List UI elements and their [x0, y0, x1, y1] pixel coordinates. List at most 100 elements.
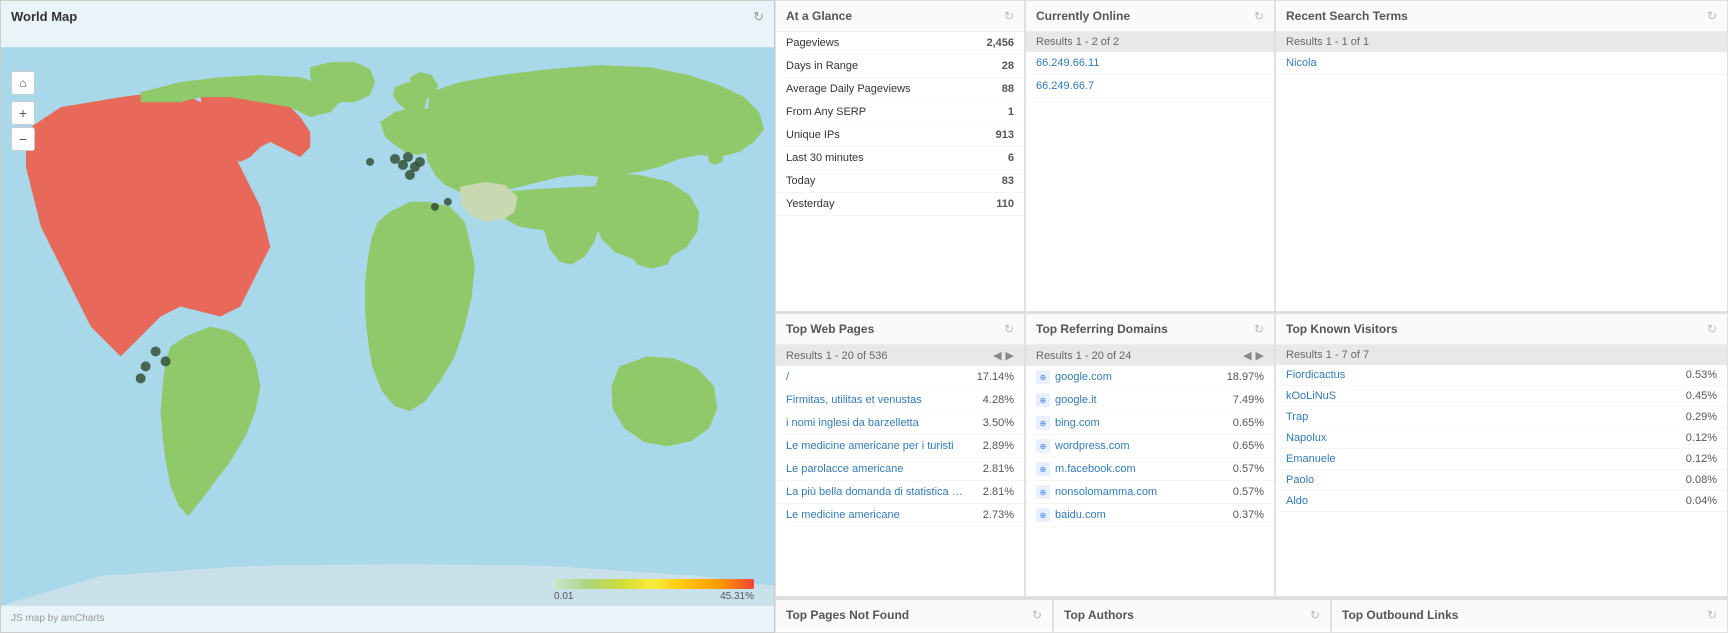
visitor-link[interactable]: Trap: [1286, 411, 1308, 423]
visitor-link[interactable]: Napolux: [1286, 432, 1326, 444]
web-page-row: Le parolacce americane2.81%: [776, 458, 1024, 481]
domain-percent: 0.57%: [1233, 486, 1264, 498]
map-refresh-icon[interactable]: ↻: [753, 9, 764, 25]
at-a-glance-row: Today83: [776, 170, 1024, 193]
top-referring-widget: Top Referring Domains ↻ Results 1 - 20 o…: [1025, 313, 1275, 597]
domain-link[interactable]: baidu.com: [1055, 509, 1106, 521]
currently-online-refresh[interactable]: ↻: [1254, 9, 1264, 23]
top-referring-content: ⊕google.com 18.97% ⊕ google.it 7.49% ⊕ bing.co…: [1026, 366, 1274, 596]
web-page-row: Le medicine americane 2.73%: [776, 504, 1024, 527]
domain-percent: 7.49%: [1233, 394, 1264, 406]
prev-page-icon[interactable]: ◀: [1243, 349, 1251, 362]
domain-link[interactable]: nonsolomamma.com: [1055, 486, 1157, 498]
at-a-glance-row: From Any SERP1: [776, 101, 1024, 124]
page-link[interactable]: Le medicine americane per i turisti: [786, 440, 954, 452]
web-page-row: Le medicine americane per i turisti2.89%: [776, 435, 1024, 458]
at-a-glance-row: Yesterday110: [776, 193, 1024, 216]
visitor-link[interactable]: Paolo: [1286, 474, 1314, 486]
top-outbound-header: Top Outbound Links ↻: [1332, 600, 1727, 630]
visitor-link[interactable]: Emanuele: [1286, 453, 1336, 465]
top-referring-title: Top Referring Domains: [1036, 322, 1168, 336]
web-page-row: La più bella domanda di statistica di se…: [776, 481, 1024, 504]
map-marker: [161, 356, 171, 366]
page-link[interactable]: Le parolacce americane: [786, 463, 903, 475]
row-value: 83: [1002, 175, 1014, 187]
top-known-header: Top Known Visitors ↻: [1276, 314, 1727, 345]
right-panel: At a Glance ↻ Pageviews2,456Days in Rang…: [775, 0, 1728, 633]
page-link[interactable]: /: [786, 371, 789, 383]
visitor-link[interactable]: Fiordicactus: [1286, 369, 1345, 381]
web-page-row: Firmitas, utilitas et venustas 4.28%: [776, 389, 1024, 412]
top-web-pages-header: Top Web Pages ↻: [776, 314, 1024, 345]
domain-link[interactable]: google.it: [1055, 394, 1097, 406]
map-marker: [405, 170, 415, 180]
web-page-row: /17.14%: [776, 366, 1024, 389]
page-percent: 4.28%: [983, 394, 1014, 406]
domain-icon: ⊕: [1036, 393, 1050, 407]
row-label: Average Daily Pageviews: [786, 83, 911, 95]
visitor-link[interactable]: kOoLiNuS: [1286, 390, 1336, 402]
top-authors-refresh[interactable]: ↻: [1310, 608, 1320, 622]
referring-domain-row: ⊕google.com 18.97%: [1026, 366, 1274, 389]
top-outbound-refresh[interactable]: ↻: [1707, 608, 1717, 622]
web-page-row: i nomi inglesi da barzelletta3.50%: [776, 412, 1024, 435]
next-page-icon[interactable]: ▶: [1006, 349, 1014, 362]
top-referring-refresh[interactable]: ↻: [1254, 322, 1264, 336]
middle-row: Top Web Pages ↻ Results 1 - 20 of 536 ◀ …: [775, 313, 1728, 598]
row-value: 110: [996, 198, 1014, 210]
online-ip-row: 66.249.66.7: [1026, 75, 1274, 98]
page-link[interactable]: Firmitas, utilitas et venustas: [786, 394, 922, 406]
domain-percent: 0.65%: [1233, 417, 1264, 429]
page-link[interactable]: Le medicine americane: [786, 509, 900, 521]
domain-link[interactable]: google.com: [1055, 371, 1112, 383]
visitor-percent: 0.04%: [1686, 495, 1717, 507]
top-not-found-widget: Top Pages Not Found ↻: [775, 599, 1053, 633]
page-percent: 2.73%: [983, 509, 1014, 521]
domain-link[interactable]: bing.com: [1055, 417, 1100, 429]
row-label: Days in Range: [786, 60, 858, 72]
row-value: 2,456: [986, 37, 1014, 49]
page-link[interactable]: La più bella domanda di statistica di se…: [786, 486, 966, 498]
domain-link[interactable]: m.facebook.com: [1055, 463, 1136, 475]
zoom-out-button[interactable]: −: [11, 127, 35, 151]
top-referring-results-label: Results 1 - 20 of 24: [1036, 350, 1131, 362]
at-a-glance-refresh[interactable]: ↻: [1004, 9, 1014, 23]
top-web-pages-results-label: Results 1 - 20 of 536: [786, 350, 888, 362]
recent-search-content: Nicola: [1276, 52, 1727, 311]
prev-page-icon[interactable]: ◀: [993, 349, 1001, 362]
ip-link[interactable]: 66.249.66.7: [1036, 80, 1094, 92]
top-web-pages-refresh[interactable]: ↻: [1004, 322, 1014, 336]
known-visitor-row: Napolux0.12%: [1276, 428, 1727, 449]
domain-icon: ⊕: [1036, 485, 1050, 499]
recent-search-results-label: Results 1 - 1 of 1: [1286, 36, 1369, 48]
domain-percent: 18.97%: [1227, 371, 1264, 383]
visitor-percent: 0.12%: [1686, 453, 1717, 465]
domain-left: ⊕baidu.com: [1036, 508, 1106, 522]
top-outbound-title: Top Outbound Links: [1342, 608, 1458, 622]
map-marker: [431, 203, 439, 211]
search-term-link[interactable]: Nicola: [1286, 57, 1317, 69]
recent-search-widget: Recent Search Terms ↻ Results 1 - 1 of 1…: [1275, 0, 1728, 312]
top-web-pages-results-bar: Results 1 - 20 of 536 ◀ ▶: [776, 345, 1024, 366]
legend-labels: 0.01 45.31%: [554, 591, 754, 602]
domain-left: ⊕google.com: [1036, 370, 1112, 384]
map-home-button[interactable]: ⌂: [11, 71, 35, 95]
next-page-icon[interactable]: ▶: [1256, 349, 1264, 362]
visitor-link[interactable]: Aldo: [1286, 495, 1308, 507]
top-web-pages-nav: ◀ ▶: [993, 349, 1014, 362]
referring-domain-row: ⊕ google.it 7.49%: [1026, 389, 1274, 412]
top-outbound-widget: Top Outbound Links ↻: [1331, 599, 1728, 633]
top-known-refresh[interactable]: ↻: [1707, 322, 1717, 336]
world-map-panel: World Map ↻ ⌂ + −: [0, 0, 775, 633]
top-known-results-label: Results 1 - 7 of 7: [1286, 349, 1369, 361]
top-not-found-refresh[interactable]: ↻: [1032, 608, 1042, 622]
page-link[interactable]: i nomi inglesi da barzelletta: [786, 417, 919, 429]
ip-link[interactable]: 66.249.66.11: [1036, 57, 1099, 69]
recent-search-refresh[interactable]: ↻: [1707, 9, 1717, 23]
zoom-in-button[interactable]: +: [11, 101, 35, 125]
domain-link[interactable]: wordpress.com: [1055, 440, 1130, 452]
at-a-glance-header: At a Glance ↻: [776, 1, 1024, 32]
top-known-content: Fiordicactus0.53%kOoLiNuS0.45%Trap0.29%N…: [1276, 365, 1727, 596]
recent-search-header: Recent Search Terms ↻: [1276, 1, 1727, 32]
visitor-percent: 0.53%: [1686, 369, 1717, 381]
